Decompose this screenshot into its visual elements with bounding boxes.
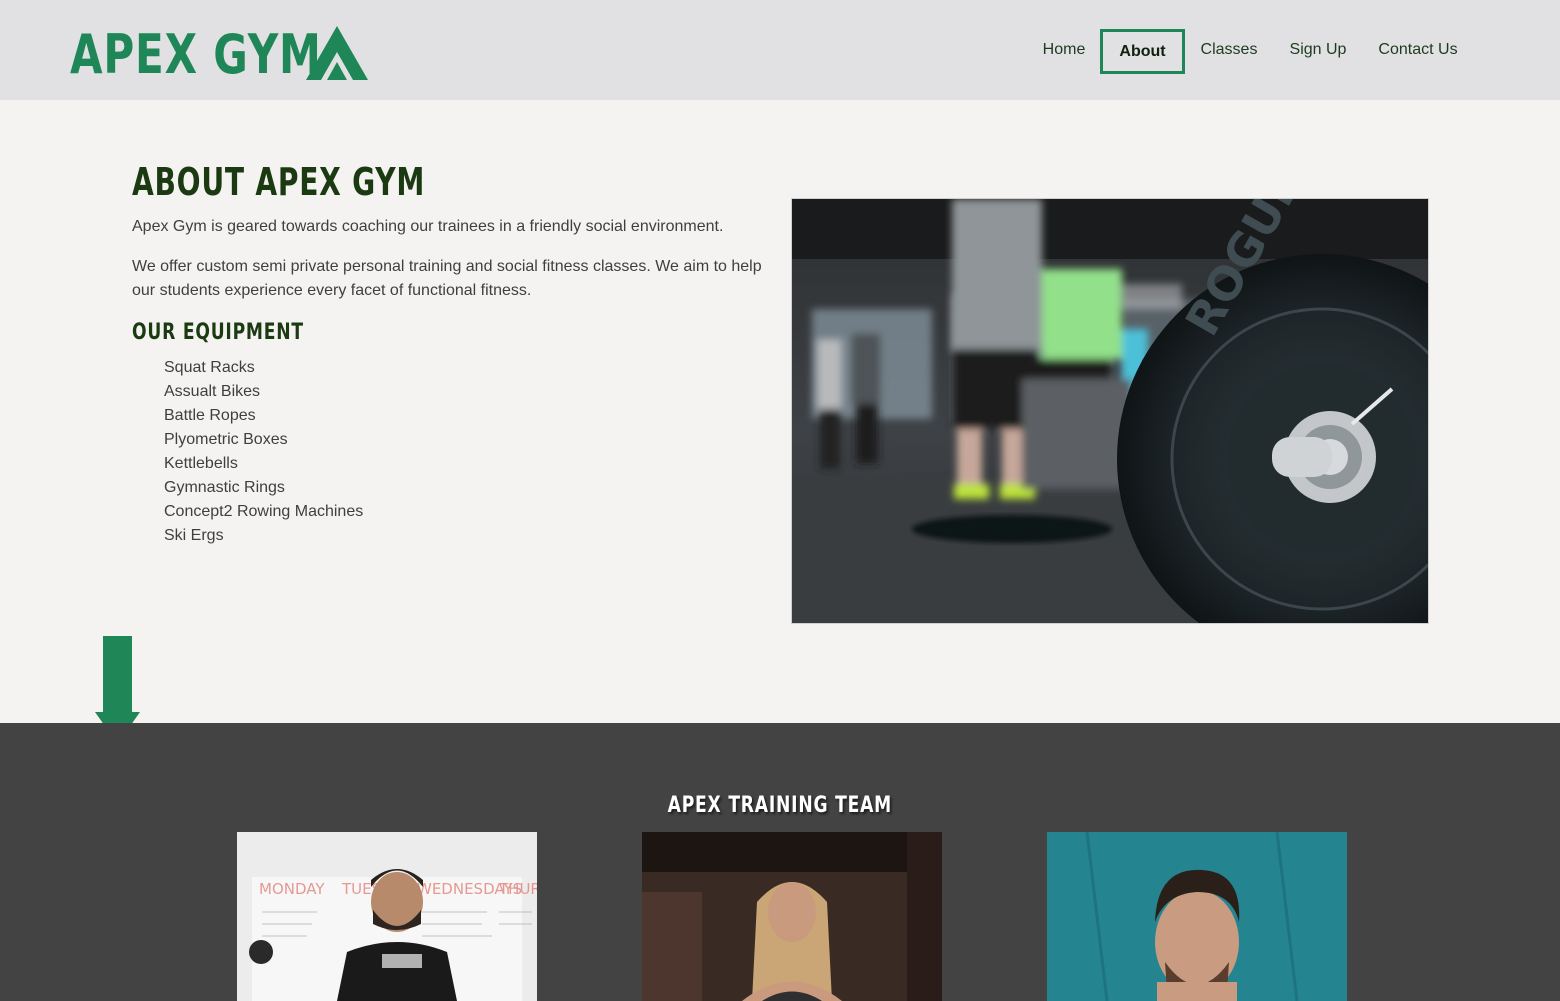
trainer-card[interactable] xyxy=(642,832,942,1001)
nav-classes[interactable]: Classes xyxy=(1198,29,1260,74)
equipment-item: Assualt Bikes xyxy=(164,383,261,400)
trainer-card[interactable] xyxy=(1047,832,1347,1001)
trainer-photo xyxy=(1047,832,1347,1001)
equipment-item: Kettlebells xyxy=(164,455,238,472)
trainer-card[interactable]: MONDAY TUESDAY WEDNESDAYS THUR xyxy=(237,832,537,1001)
nav-about[interactable]: About xyxy=(1100,29,1185,74)
equipment-item: Ski Ergs xyxy=(164,527,224,544)
equipment-item: Plyometric Boxes xyxy=(164,431,288,448)
team-title: APEX TRAINING TEAM xyxy=(667,793,893,818)
logo-text: APEX GYM xyxy=(70,23,322,86)
equipment-item: Gymnastic Rings xyxy=(164,479,285,496)
site-header: APEX GYM Home About Classes Sign Up Cont… xyxy=(0,0,1560,100)
about-paragraph: Apex Gym is geared towards coaching our … xyxy=(132,218,724,235)
site-logo[interactable]: APEX GYM xyxy=(70,26,393,84)
nav-sign-up[interactable]: Sign Up xyxy=(1288,29,1348,74)
trainer-photo xyxy=(642,832,942,1001)
team-title-wrap: APEX TRAINING TEAM xyxy=(0,793,1560,818)
mountain-icon xyxy=(306,26,368,80)
about-paragraph: We offer custom semi private personal tr… xyxy=(132,258,762,299)
training-team-section: APEX TRAINING TEAM MONDAY TUESDAY WEDNES… xyxy=(0,723,1560,1001)
about-title: ABOUT APEX GYM xyxy=(132,160,426,204)
nav-home[interactable]: Home xyxy=(1034,29,1094,74)
gym-barbell-photo: ROGUE xyxy=(791,198,1429,624)
trainer-photo: MONDAY TUESDAY WEDNESDAYS THUR xyxy=(237,832,537,1001)
board-day: THUR xyxy=(498,880,537,898)
nav-contact-us[interactable]: Contact Us xyxy=(1376,29,1460,74)
equipment-item: Battle Ropes xyxy=(164,407,256,424)
equipment-list: Squat Racks Assualt Bikes Battle Ropes P… xyxy=(164,356,363,548)
board-day: MONDAY xyxy=(259,880,325,898)
equipment-title: OUR EQUIPMENT xyxy=(132,320,304,345)
equipment-item: Squat Racks xyxy=(164,359,255,376)
equipment-item: Concept2 Rowing Machines xyxy=(164,503,364,520)
